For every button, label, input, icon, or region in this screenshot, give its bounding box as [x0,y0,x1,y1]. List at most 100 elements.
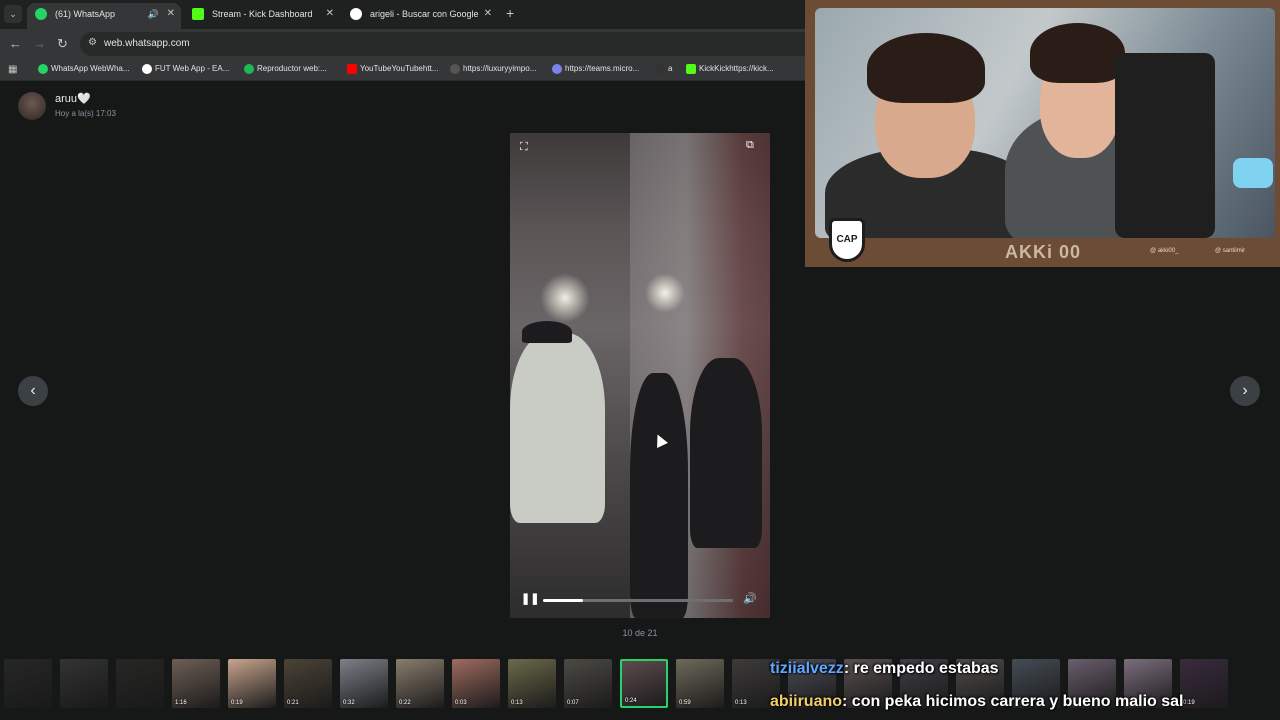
sender-name: aruu🤍 [55,93,91,105]
bookmark-whatsapp[interactable]: WhatsApp WebWha... [38,64,130,74]
next-media-button[interactable]: › [1230,376,1260,406]
video-frame-person [690,358,762,548]
chat-message: abiiruano: con peka hicimos carrera y bu… [770,693,1183,711]
social-handle-right: @ santiimir [1215,248,1246,254]
microphone-light [1233,158,1273,188]
bookmark-label: https://luxuryyimpo... [463,64,537,73]
tab-kick-dashboard[interactable]: Stream - Kick Dashboard ✕ [184,3,340,29]
speaker-icon[interactable]: 🔊 [148,3,159,25]
reload-icon[interactable]: ↻ [57,36,68,52]
tab-whatsapp[interactable]: (61) WhatsApp 🔊 ✕ [27,3,181,29]
webcam-overlay: CAP AKKi 00 @ akki00_ @ santiimir [805,0,1280,267]
thumbnail-duration: 0:19 [231,700,243,706]
avatar[interactable] [18,92,46,120]
thumbnail-duration: 1:16 [175,700,187,706]
close-icon[interactable]: ✕ [484,3,492,25]
media-thumbnail[interactable] [60,659,108,708]
bookmark-a[interactable]: a [655,64,673,74]
ea-icon [142,64,152,74]
bookmark-teams[interactable]: https://teams.micro... [552,64,640,74]
thumbnail-duration: 0:24 [625,698,637,704]
bookmark-label: KickKickhttps://kick... [699,64,774,73]
streamer-hair [1030,23,1125,83]
spotify-icon [244,64,254,74]
media-thumbnail[interactable]: 0:19 [1180,659,1228,708]
chat-text: : re empedo estabas [843,660,999,677]
back-icon[interactable]: ← [9,36,22,51]
bookmark-fut-web-app[interactable]: FUT Web App - EA... [142,64,229,74]
club-badge-logo: CAP [829,218,865,262]
forward-icon[interactable]: → [33,36,46,51]
thumbnail-duration: 0:13 [511,700,523,706]
media-thumbnail[interactable]: 0:13 [508,659,556,708]
video-progress-fill [543,599,583,602]
media-thumbnail[interactable] [116,659,164,708]
site-info-icon[interactable]: ⚙ [88,37,97,48]
browser-toolbar: ← → ↻ ⚙ web.whatsapp.com [0,29,805,59]
media-thumbnail[interactable]: 0:24 [620,659,668,708]
fullscreen-icon[interactable]: ⛶ [520,141,528,154]
video-frame-cap [522,321,572,343]
thumbnail-duration: 0:13 [735,700,747,706]
media-thumbnail[interactable]: 0:22 [396,659,444,708]
new-tab-button[interactable]: + [506,5,514,21]
video-player[interactable]: ⛶ ⧉ ❚❚ 🔊 [510,133,770,618]
bookmark-luxury[interactable]: https://luxuryyimpo... [450,64,537,74]
media-thumbnail[interactable]: 0:19 [228,659,276,708]
video-progress-bar[interactable] [543,599,733,602]
bookmark-kick[interactable]: KickKickhttps://kick... [686,64,774,74]
pause-icon[interactable]: ❚❚ [521,592,539,605]
bookmark-label: https://teams.micro... [565,64,640,73]
video-frame-light [645,273,685,313]
tab-label: Stream - Kick Dashboard [212,9,313,19]
media-thumbnail[interactable]: 0:07 [564,659,612,708]
video-frame-light [540,273,590,323]
chat-text: : con peka hicimos carrera y bueno malio… [842,693,1184,710]
tab-google-search[interactable]: arigeli - Buscar con Google ✕ [342,3,498,29]
tab-search-button[interactable]: ⌄ [4,5,22,23]
address-bar[interactable]: ⚙ web.whatsapp.com [80,32,805,56]
bookmark-label: a [668,64,673,73]
media-thumbnail[interactable]: 0:32 [340,659,388,708]
youtube-icon [347,64,357,74]
thumbnail-duration: 0:21 [287,700,299,706]
media-thumbnail[interactable]: 0:59 [676,659,724,708]
media-thumbnail[interactable]: 0:03 [452,659,500,708]
sender-timestamp: Hoy a la(s) 17:03 [55,109,116,118]
thumbnail-duration: 0:32 [343,700,355,706]
streamer-hair [867,33,985,103]
previous-media-button[interactable]: ‹ [18,376,48,406]
thumbnail-duration: 0:03 [455,700,467,706]
streamer-name: AKKi 00 [1005,242,1082,262]
media-thumbnail[interactable]: 1:16 [172,659,220,708]
media-thumbnail[interactable]: 0:21 [284,659,332,708]
chat-message: tiziialvezz: re empedo estabas [770,660,999,678]
media-counter: 10 de 21 [622,628,658,638]
tab-label: arigeli - Buscar con Google [370,9,479,19]
bookmark-youtube[interactable]: YouTubeYouTubehtt... [347,64,439,74]
kick-icon [686,64,696,74]
picture-in-picture-icon[interactable]: ⧉ [746,139,754,152]
chat-username: abiiruano [770,693,843,710]
bookmark-label: YouTubeYouTubehtt... [360,64,439,73]
kick-icon [192,8,204,20]
chair [1115,53,1215,238]
whatsapp-icon [35,8,47,20]
volume-icon[interactable]: 🔊 [743,592,757,605]
bookmark-label: WhatsApp WebWha... [51,64,130,73]
bookmark-spotify[interactable]: Reproductor web:... [244,64,327,74]
url-text: web.whatsapp.com [104,38,190,49]
bookmark-label: Reproductor web:... [257,64,327,73]
browser-tab-strip: ⌄ (61) WhatsApp 🔊 ✕ Stream - Kick Dashbo… [0,0,805,29]
link-icon [450,64,460,74]
bookmarks-bar: ▦ WhatsApp WebWha... FUT Web App - EA...… [0,59,805,81]
thumbnail-duration: 0:19 [1183,700,1195,706]
media-thumbnail[interactable] [4,659,52,708]
thumbnail-duration: 0:22 [399,700,411,706]
whatsapp-icon [38,64,48,74]
video-frame-person [630,373,688,618]
close-icon[interactable]: ✕ [167,3,175,25]
teams-icon [552,64,562,74]
close-icon[interactable]: ✕ [326,3,334,25]
apps-grid-icon[interactable]: ▦ [8,64,17,75]
